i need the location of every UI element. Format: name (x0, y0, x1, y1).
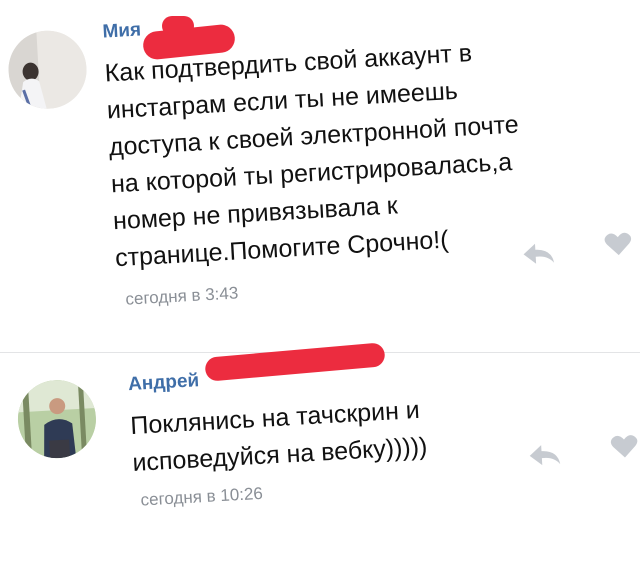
avatar-photo (6, 28, 89, 111)
comment-text: Как подтвердить свой аккаунт в инстаграм… (104, 39, 520, 273)
comment-thread: Мия Как подтвердить свой аккаунт в инста… (0, 0, 640, 578)
avatar-photo (15, 378, 99, 461)
reply-arrow-icon[interactable] (527, 442, 563, 473)
comment-author[interactable]: Мия (102, 19, 142, 43)
avatar[interactable] (6, 28, 89, 111)
avatar[interactable] (15, 378, 99, 461)
reply-arrow-icon[interactable] (521, 241, 557, 272)
heart-icon[interactable] (610, 434, 640, 465)
comment-author[interactable]: Андрей (128, 370, 200, 396)
heart-icon[interactable] (604, 231, 634, 262)
comment-item: Мия Как подтвердить свой аккаунт в инста… (0, 0, 640, 348)
redaction-scribble (162, 16, 194, 36)
comment-text: Поклянись на тачскрин и исповедуйся на в… (129, 395, 429, 477)
comment-timestamp: сегодня в 10:26 (140, 483, 264, 510)
comment-timestamp: сегодня в 3:43 (124, 283, 239, 309)
